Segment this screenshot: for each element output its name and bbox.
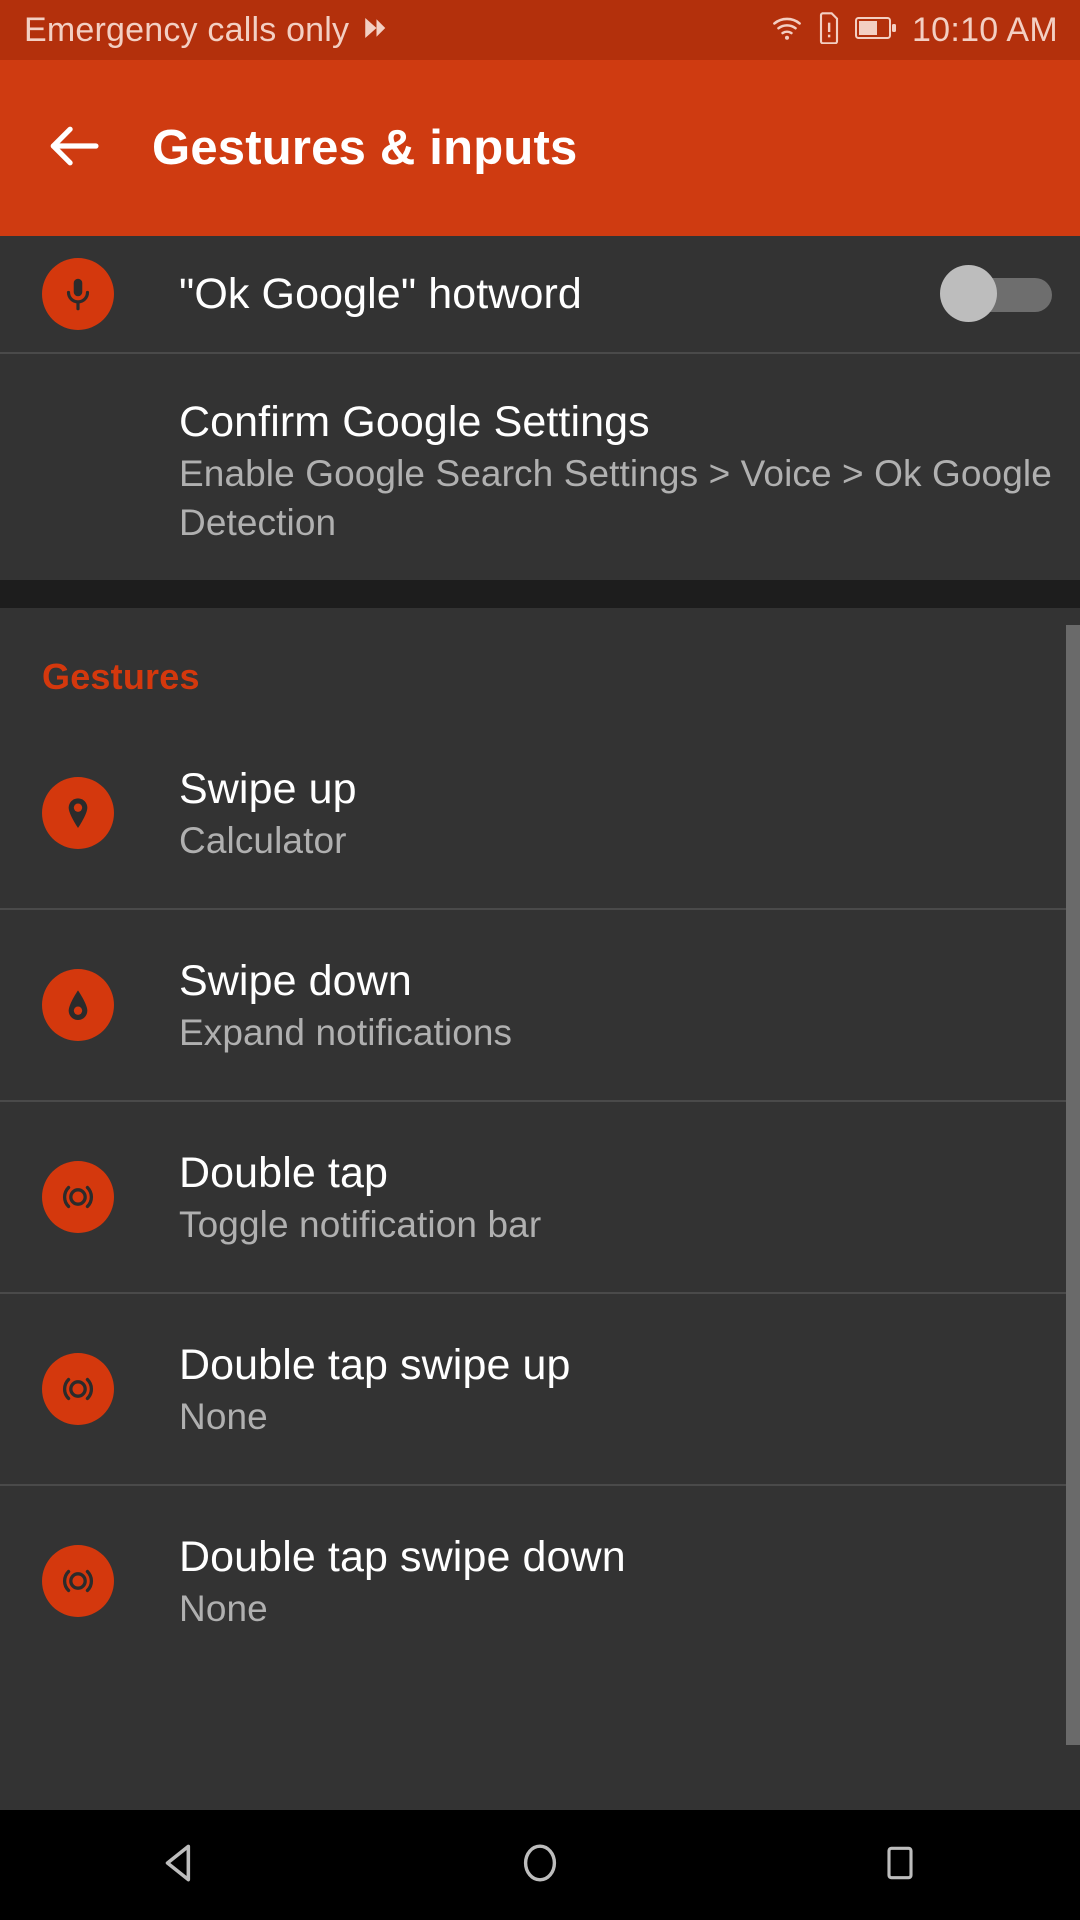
list-item-subtitle: None	[179, 1395, 268, 1437]
list-item-texts: Swipe up Calculator	[179, 762, 1052, 865]
battery-icon	[854, 15, 899, 46]
section-separator-band	[0, 580, 1080, 608]
carrier-label: Emergency calls only	[24, 10, 350, 49]
arrow-left-icon	[43, 115, 105, 182]
list-item-swipe-down[interactable]: Swipe down Expand notifications	[0, 910, 1080, 1100]
nav-recents-square-icon	[878, 1841, 922, 1890]
tap-ripple-icon	[42, 1545, 114, 1617]
toggle-knob	[940, 265, 997, 322]
microphone-icon	[42, 258, 114, 330]
list-item-confirm-google-settings[interactable]: Confirm Google Settings Enable Google Se…	[0, 354, 1080, 580]
nav-back-triangle-icon	[155, 1838, 205, 1893]
double-chevron-right-icon	[359, 13, 389, 48]
list-item-texts: Confirm Google Settings Enable Google Se…	[179, 395, 1052, 547]
nav-recents-button[interactable]	[810, 1810, 990, 1920]
list-item-texts: Double tap swipe down None	[179, 1530, 1052, 1633]
ok-google-hotword-toggle[interactable]	[940, 265, 1052, 322]
list-item-texts: Double tap Toggle notification bar	[179, 1146, 1052, 1249]
list-item-title: Swipe up	[179, 764, 357, 813]
nav-home-circle-icon	[516, 1839, 564, 1892]
list-item-double-tap-swipe-up[interactable]: Double tap swipe up None	[0, 1294, 1080, 1484]
location-pin-up-icon	[42, 777, 114, 849]
system-navigation-bar	[0, 1810, 1080, 1920]
list-item-subtitle: None	[179, 1587, 268, 1629]
status-bar-right: 10:10 AM	[771, 11, 1058, 50]
placeholder-icon-slot	[42, 435, 114, 507]
sim-card-alert-icon	[816, 11, 842, 49]
list-item-title: Double tap swipe up	[179, 1340, 571, 1389]
list-item-title: Confirm Google Settings	[179, 398, 650, 446]
list-item-subtitle: Expand notifications	[179, 1011, 513, 1053]
list-item-title: Double tap swipe down	[179, 1532, 626, 1581]
list-item-subtitle: Enable Google Search Settings > Voice > …	[179, 453, 1052, 543]
section-header-gestures: Gestures	[0, 608, 1080, 718]
list-item-swipe-up[interactable]: Swipe up Calculator	[0, 718, 1080, 908]
status-bar-clock: 10:10 AM	[911, 10, 1058, 49]
settings-list[interactable]: "Ok Google" hotword Confirm Google Setti…	[0, 236, 1080, 1810]
status-bar-left: Emergency calls only	[24, 11, 389, 50]
water-drop-icon	[42, 969, 114, 1041]
nav-home-button[interactable]	[450, 1810, 630, 1920]
android-settings-screen: Emergency calls only 10:10 AM Gestures &…	[0, 0, 1080, 1920]
tap-ripple-icon	[42, 1353, 114, 1425]
list-item-double-tap-swipe-down[interactable]: Double tap swipe down None	[0, 1486, 1080, 1676]
vertical-scrollbar[interactable]	[1066, 625, 1080, 1745]
list-item-texts: Swipe down Expand notifications	[179, 954, 1052, 1057]
list-item-ok-google-hotword[interactable]: "Ok Google" hotword	[0, 236, 1080, 352]
app-bar: Gestures & inputs	[0, 60, 1080, 236]
list-item-title: "Ok Google" hotword	[179, 270, 582, 318]
list-item-double-tap[interactable]: Double tap Toggle notification bar	[0, 1102, 1080, 1292]
status-bar: Emergency calls only 10:10 AM	[0, 0, 1080, 60]
list-item-texts: Double tap swipe up None	[179, 1338, 1052, 1441]
list-item-title: Swipe down	[179, 956, 412, 1005]
wifi-icon	[771, 12, 803, 49]
tap-ripple-icon	[42, 1161, 114, 1233]
page-title: Gestures & inputs	[152, 121, 578, 175]
list-item-subtitle: Toggle notification bar	[179, 1203, 542, 1245]
list-item-texts: "Ok Google" hotword	[179, 267, 940, 321]
back-button[interactable]	[26, 100, 122, 196]
list-item-title: Double tap	[179, 1148, 388, 1197]
list-item-subtitle: Calculator	[179, 819, 347, 861]
section-header-label: Gestures	[42, 656, 200, 697]
nav-back-button[interactable]	[90, 1810, 270, 1920]
